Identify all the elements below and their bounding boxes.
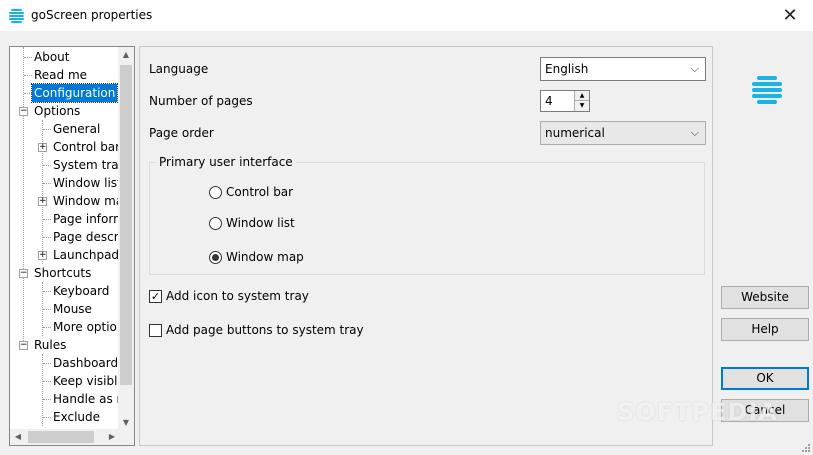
tree-item-about[interactable]: About bbox=[34, 48, 69, 66]
tree-item-dashboard[interactable]: Dashboard bbox=[53, 354, 118, 372]
spinner-buttons[interactable]: ▲ ▼ bbox=[574, 91, 589, 111]
tree-item-window-map[interactable]: Window ma bbox=[53, 192, 120, 210]
control-bar-expand-icon[interactable]: + bbox=[38, 143, 47, 152]
options-collapse-icon[interactable]: − bbox=[19, 107, 28, 116]
tray-buttons-label[interactable]: Add page buttons to system tray bbox=[166, 323, 364, 337]
page-order-value: numerical bbox=[545, 126, 605, 140]
scroll-left-icon[interactable]: ◀ bbox=[10, 429, 26, 445]
chevron-down-icon: ⌵ bbox=[690, 62, 699, 75]
rules-collapse-icon[interactable]: − bbox=[19, 341, 28, 350]
tree-item-page-information[interactable]: Page inform bbox=[53, 210, 120, 228]
window-title: goScreen properties bbox=[31, 8, 153, 22]
tray-icon-label[interactable]: Add icon to system tray bbox=[166, 289, 309, 303]
tree-item-shortcuts[interactable]: Shortcuts bbox=[34, 264, 91, 282]
page-order-label: Page order bbox=[149, 126, 214, 140]
tree-item-mouse[interactable]: Mouse bbox=[53, 300, 92, 318]
scrollbar-corner bbox=[118, 429, 134, 445]
tree-item-rules[interactable]: Rules bbox=[34, 336, 66, 354]
tree-items: − + + + − − About Read me Configuration … bbox=[10, 47, 120, 431]
title-bar: goScreen properties ✕ bbox=[0, 0, 813, 31]
chevron-down-icon: ⌵ bbox=[690, 126, 699, 139]
tree-item-system-tray[interactable]: System tray bbox=[53, 156, 120, 174]
tree-item-keep-visible[interactable]: Keep visible bbox=[53, 372, 120, 390]
primary-ui-group: Primary user interface Control bar Windo… bbox=[149, 155, 705, 275]
page-order-select[interactable]: numerical ⌵ bbox=[540, 121, 706, 145]
close-icon: ✕ bbox=[782, 5, 798, 26]
tree-item-window-list[interactable]: Window list bbox=[53, 174, 120, 192]
close-button[interactable]: ✕ bbox=[767, 0, 813, 31]
tree-item-options[interactable]: Options bbox=[34, 102, 80, 120]
radio-window-list-label[interactable]: Window list bbox=[226, 216, 295, 230]
vertical-scroll-thumb[interactable] bbox=[120, 65, 132, 385]
pages-spinner[interactable]: 4 ▲ ▼ bbox=[540, 90, 590, 112]
help-button[interactable]: Help bbox=[721, 318, 809, 341]
horizontal-scroll-thumb[interactable] bbox=[28, 431, 94, 443]
ok-button[interactable]: OK bbox=[721, 367, 809, 390]
radio-control-bar[interactable] bbox=[209, 186, 222, 199]
goscreen-app-icon bbox=[9, 9, 24, 23]
spinner-down-icon[interactable]: ▼ bbox=[575, 101, 589, 111]
group-title: Primary user interface bbox=[156, 155, 296, 169]
tree-item-general[interactable]: General bbox=[53, 120, 100, 138]
tree-item-control-bar[interactable]: Control bar bbox=[53, 138, 120, 156]
goscreen-logo-icon bbox=[752, 76, 782, 104]
radio-window-map-label[interactable]: Window map bbox=[226, 250, 304, 264]
radio-window-map[interactable] bbox=[209, 251, 222, 264]
website-button[interactable]: Website bbox=[721, 286, 809, 309]
tree-item-configuration[interactable]: Configuration bbox=[30, 83, 119, 103]
tree-item-read-me[interactable]: Read me bbox=[34, 66, 87, 84]
pages-label: Number of pages bbox=[149, 94, 253, 108]
language-value: English bbox=[545, 62, 589, 76]
shortcuts-collapse-icon[interactable]: − bbox=[19, 269, 28, 278]
window-map-expand-icon[interactable]: + bbox=[38, 197, 47, 206]
pages-value: 4 bbox=[545, 94, 553, 108]
tree-item-handle-as[interactable]: Handle as m bbox=[53, 390, 120, 408]
scroll-up-icon[interactable]: ▲ bbox=[118, 47, 134, 63]
tree-horizontal-scrollbar[interactable]: ◀ ▶ bbox=[10, 429, 120, 445]
launchpad-expand-icon[interactable]: + bbox=[38, 251, 47, 260]
tray-icon-checkbox[interactable]: ✓ bbox=[149, 290, 162, 303]
radio-control-bar-label[interactable]: Control bar bbox=[226, 185, 293, 199]
settings-tree[interactable]: − + + + − − About Read me Configuration … bbox=[9, 46, 135, 446]
language-label: Language bbox=[149, 62, 209, 76]
radio-window-list[interactable] bbox=[209, 217, 222, 230]
tree-item-exclude[interactable]: Exclude bbox=[53, 408, 100, 426]
spinner-up-icon[interactable]: ▲ bbox=[575, 91, 589, 101]
watermark: SOFTPEDIA bbox=[617, 398, 778, 426]
tree-item-page-description[interactable]: Page descrip bbox=[53, 228, 120, 246]
tree-vertical-scrollbar[interactable]: ▲ ▼ bbox=[118, 47, 134, 431]
resize-grip-icon[interactable] bbox=[801, 443, 811, 453]
tree-item-keyboard[interactable]: Keyboard bbox=[53, 282, 109, 300]
tree-item-launchpad[interactable]: Launchpad bbox=[53, 246, 119, 264]
tray-buttons-checkbox[interactable] bbox=[149, 324, 162, 337]
configuration-panel: Language English ⌵ Number of pages 4 ▲ ▼… bbox=[139, 46, 713, 446]
tree-item-more-options[interactable]: More option bbox=[53, 318, 120, 336]
language-select[interactable]: English ⌵ bbox=[540, 57, 706, 81]
